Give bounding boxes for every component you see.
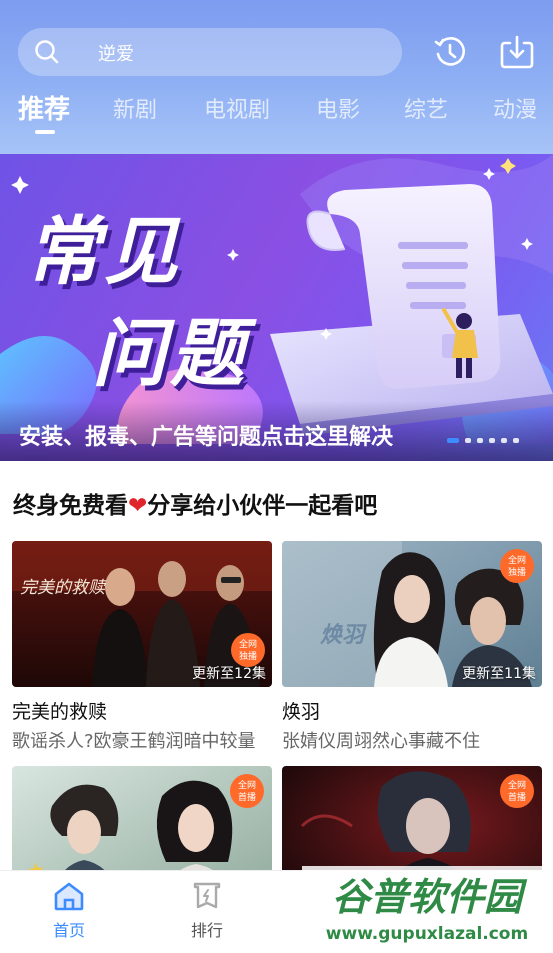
premiere-badge-icon: 全网 首播 bbox=[500, 774, 534, 808]
search-icon bbox=[35, 40, 59, 64]
section-title: 终身免费看❤分享给小伙伴一起看吧 bbox=[13, 486, 377, 520]
banner-caption: 安装、报毒、广告等问题点击这里解决 bbox=[19, 425, 394, 450]
drama-poster[interactable]: 全网 首播 bbox=[282, 766, 542, 870]
drama-card[interactable]: 全网 首播 bbox=[282, 766, 542, 870]
drama-description: 张婧仪周翊然心事藏不住 bbox=[282, 731, 480, 752]
episode-update-label: 更新至11集 bbox=[462, 666, 536, 682]
watermark-logo: 谷普软件园 www.gupuxlazal.com bbox=[302, 866, 553, 950]
nav-item-home[interactable]: 首页 bbox=[39, 881, 99, 941]
drama-poster[interactable]: 焕羽 全网 独播 更新至11集 bbox=[282, 541, 542, 687]
heart-icon: ❤ bbox=[128, 493, 148, 519]
svg-text:全网: 全网 bbox=[238, 779, 256, 791]
section-title-after: 分享给小伙伴一起看吧 bbox=[147, 493, 378, 519]
drama-title[interactable]: 完美的救赎 bbox=[12, 697, 107, 724]
tab-movies[interactable]: 电影 bbox=[316, 92, 360, 124]
search-bar[interactable]: 逆爱 bbox=[18, 28, 402, 76]
svg-text:全网: 全网 bbox=[508, 779, 526, 791]
tab-new-drama[interactable]: 新剧 bbox=[113, 92, 157, 124]
drama-poster[interactable]: 完美的救赎 全网 独播 更新至12集 bbox=[12, 541, 272, 687]
nav-label-home: 首页 bbox=[52, 921, 85, 940]
episode-update-label: 更新至12集 bbox=[192, 666, 266, 682]
svg-text:首播: 首播 bbox=[508, 791, 526, 803]
history-icon[interactable] bbox=[432, 34, 468, 70]
promo-banner[interactable]: 常见 问题 安装、报毒、广告等问题点击这里解决 bbox=[0, 154, 553, 461]
tab-tv-series[interactable]: 电视剧 bbox=[204, 92, 270, 124]
app-header: 逆爱 推荐 新剧 电视剧 电影 综艺 动漫 bbox=[0, 0, 553, 154]
svg-text:全网: 全网 bbox=[239, 638, 257, 650]
search-query[interactable]: 逆爱 bbox=[98, 40, 134, 66]
drama-poster[interactable]: ★ 全网 首播 bbox=[12, 766, 272, 870]
tab-recommended[interactable]: 推荐 bbox=[18, 89, 70, 126]
ranking-icon bbox=[193, 882, 221, 909]
pagination-dot[interactable] bbox=[489, 438, 495, 443]
drama-description: 歌谣杀人?欧豪王鹤润暗中较量 bbox=[12, 731, 256, 752]
nav-label-ranking: 排行 bbox=[190, 921, 223, 940]
drama-card[interactable]: 完美的救赎 全网 独播 更新至12集 完美的救赎 歌谣杀人?欧豪王鹤润暗中较量 bbox=[12, 541, 272, 752]
premiere-badge-icon: 全网 首播 bbox=[230, 774, 264, 808]
svg-text:www.gupuxlazal.com: www.gupuxlazal.com bbox=[326, 924, 528, 944]
tab-anime[interactable]: 动漫 bbox=[493, 92, 537, 124]
svg-text:谷普软件园: 谷普软件园 bbox=[332, 875, 528, 919]
poster-title: 焕羽 bbox=[320, 623, 365, 648]
banner-pagination bbox=[447, 438, 519, 444]
drama-title[interactable]: 焕羽 bbox=[282, 697, 320, 724]
svg-text:首播: 首播 bbox=[238, 791, 256, 803]
banner-title-line2: 问题 bbox=[92, 311, 248, 397]
category-tabs: 推荐 新剧 电视剧 电影 综艺 动漫 bbox=[0, 92, 553, 138]
svg-text:独播: 独播 bbox=[239, 650, 257, 662]
poster-title: 完美的救赎 bbox=[20, 578, 105, 598]
tab-variety[interactable]: 综艺 bbox=[404, 92, 448, 124]
home-icon bbox=[54, 882, 84, 911]
svg-text:全网: 全网 bbox=[508, 554, 526, 566]
nav-item-ranking[interactable]: 排行 bbox=[177, 881, 237, 941]
pagination-dot[interactable] bbox=[465, 438, 471, 443]
pagination-dot[interactable] bbox=[501, 438, 507, 443]
svg-text:独播: 独播 bbox=[508, 566, 526, 578]
download-icon[interactable] bbox=[499, 34, 535, 70]
pagination-dot[interactable] bbox=[477, 438, 483, 443]
banner-title-line1: 常见 bbox=[26, 209, 182, 295]
exclusive-badge-icon: 全网 独播 bbox=[500, 549, 534, 583]
svg-text:★: ★ bbox=[26, 857, 46, 870]
drama-card[interactable]: 焕羽 全网 独播 更新至11集 焕羽 张婧仪周翊然心事藏不住 bbox=[282, 541, 542, 752]
drama-card[interactable]: ★ 全网 首播 bbox=[12, 766, 272, 870]
pagination-dot[interactable] bbox=[513, 438, 519, 443]
section-title-before: 终身免费看 bbox=[13, 493, 128, 519]
active-tab-indicator bbox=[35, 130, 55, 134]
pagination-dot[interactable] bbox=[447, 438, 459, 443]
